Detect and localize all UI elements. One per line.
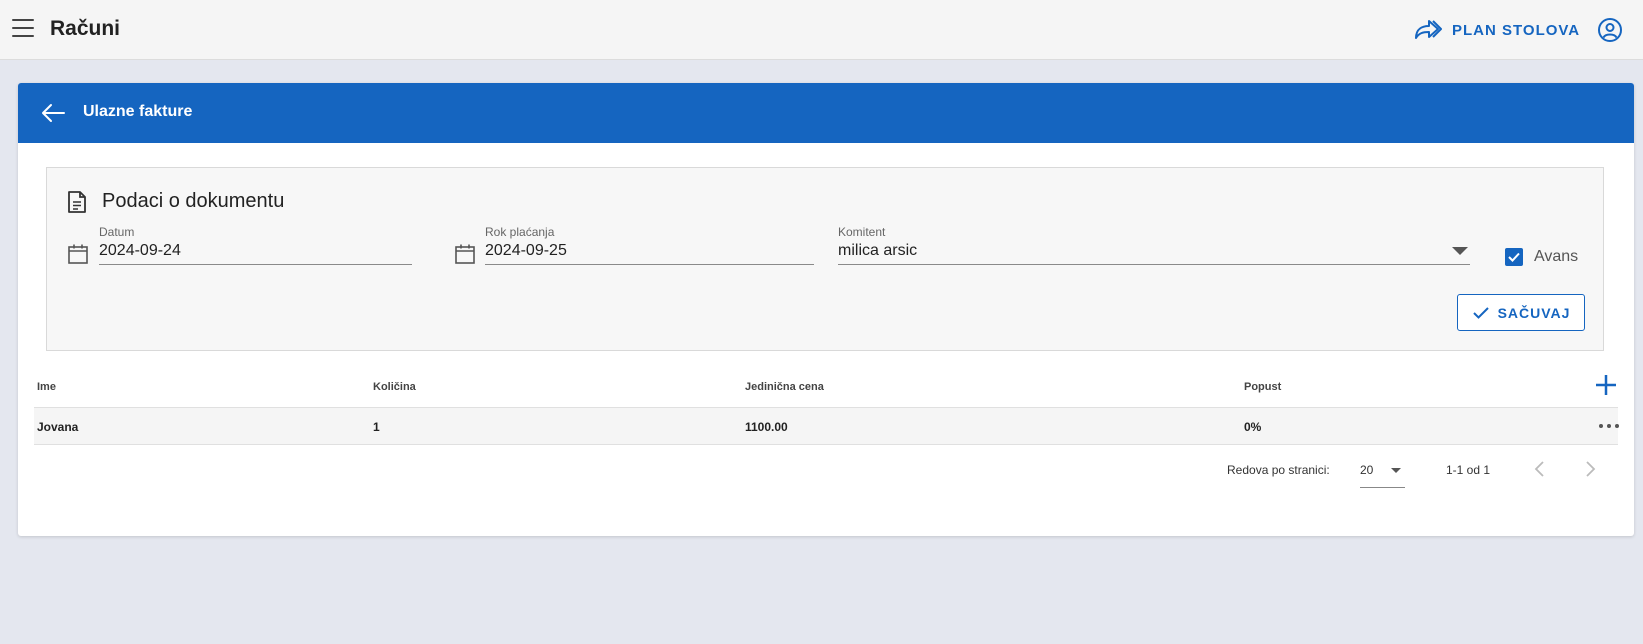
chevron-right-icon[interactable] <box>1580 459 1600 479</box>
avans-checkbox[interactable] <box>1505 248 1523 266</box>
column-header-kolicina[interactable]: Količina <box>373 381 416 393</box>
document-section-title: Podaci o dokumentu <box>102 190 285 212</box>
account-circle-icon[interactable] <box>1597 17 1623 43</box>
invoice-card: Ulazne fakture Podaci o dokumentu Datum … <box>18 83 1634 536</box>
komitent-label: Komitent <box>838 225 886 239</box>
rok-placanja-label: Rok plaćanja <box>485 225 555 239</box>
forward-arrows-icon <box>1415 20 1442 39</box>
dropdown-arrow-icon <box>1391 468 1401 473</box>
checkmark-icon <box>1508 252 1520 262</box>
chevron-left-icon[interactable] <box>1530 459 1550 479</box>
cell-ime: Jovana <box>37 420 79 434</box>
plan-stolova-label: PLAN STOLOVA <box>1452 21 1581 39</box>
avans-label: Avans <box>1534 248 1579 265</box>
datum-field[interactable]: Datum 2024-09-24 <box>99 225 412 267</box>
back-arrow-icon[interactable] <box>40 101 66 125</box>
document-panel: Podaci o dokumentu Datum 2024-09-24 Rok … <box>46 167 1604 351</box>
column-header-ime[interactable]: Ime <box>37 381 56 393</box>
rok-placanja-value[interactable]: 2024-09-25 <box>485 240 814 265</box>
document-icon <box>68 191 86 213</box>
cell-popust: 0% <box>1244 420 1262 434</box>
save-button[interactable]: SAČUVAJ <box>1457 294 1585 331</box>
card-title: Ulazne fakture <box>83 103 193 120</box>
top-app-bar: Računi PLAN STOLOVA <box>0 0 1643 60</box>
card-header: Ulazne fakture <box>18 83 1634 143</box>
more-options-icon[interactable] <box>1597 419 1621 433</box>
column-header-jedinicna-cena[interactable]: Jedinična cena <box>745 381 824 393</box>
rows-per-page-value: 20 <box>1360 463 1374 477</box>
datum-label: Datum <box>99 225 135 239</box>
calendar-icon[interactable] <box>67 243 89 265</box>
pagination-range: 1-1 od 1 <box>1446 463 1491 477</box>
add-icon[interactable] <box>1594 373 1618 397</box>
komitent-value[interactable]: milica arsic <box>838 240 1470 265</box>
page-title: Računi <box>50 17 121 40</box>
cell-kolicina: 1 <box>373 420 380 434</box>
check-icon <box>1472 306 1489 319</box>
table-header: Ime Količina Jedinična cena Popust <box>34 363 1618 408</box>
save-label: SAČUVAJ <box>1497 304 1571 321</box>
rows-per-page-label: Redova po stranici: <box>1227 463 1330 477</box>
dropdown-arrow-icon[interactable] <box>1452 247 1468 255</box>
cell-jedinicna-cena: 1100.00 <box>745 420 788 434</box>
column-header-popust[interactable]: Popust <box>1244 381 1281 393</box>
table-row[interactable]: Jovana 1 1100.00 0% <box>34 408 1621 445</box>
menu-icon[interactable] <box>12 19 36 41</box>
rows-per-page-select[interactable]: 20 <box>1360 458 1405 488</box>
komitent-select[interactable]: Komitent milica arsic <box>838 225 1470 267</box>
calendar-icon[interactable] <box>454 243 476 265</box>
rok-placanja-field[interactable]: Rok plaćanja 2024-09-25 <box>485 225 814 267</box>
datum-value[interactable]: 2024-09-24 <box>99 240 412 265</box>
plan-stolova-button[interactable]: PLAN STOLOVA <box>1412 16 1580 44</box>
